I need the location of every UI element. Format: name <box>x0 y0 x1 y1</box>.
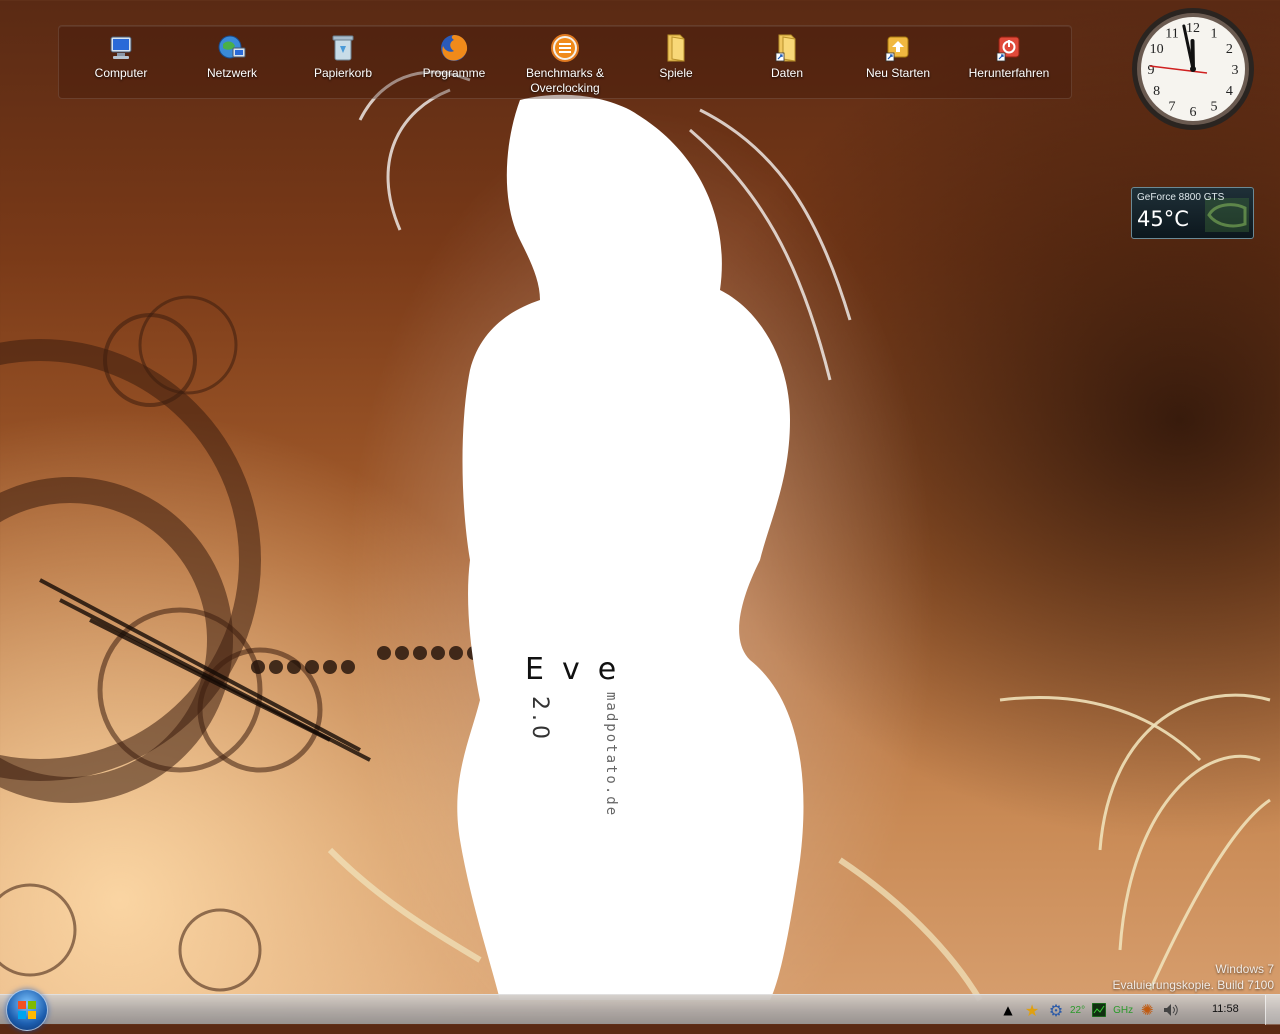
shortcut-label: Computer <box>95 66 148 81</box>
recycle-bin-icon <box>328 33 358 63</box>
tray-temperature[interactable]: 22° <box>1070 1005 1085 1016</box>
shortcut-recycle-bin[interactable]: Papierkorb <box>291 26 395 98</box>
clock-numeral: 12 <box>1186 21 1200 36</box>
wallpaper-site: madpotato.de <box>603 692 619 817</box>
folder-icon <box>661 33 691 63</box>
wallpaper-art <box>0 0 1280 1024</box>
watermark-line-2: Evaluierungskopie. Build 7100 <box>1113 977 1274 993</box>
shortcut-shutdown[interactable]: Herunterfahren <box>957 26 1061 98</box>
shortcut-label: Spiele <box>659 66 692 81</box>
shortcut-restart[interactable]: Neu Starten <box>846 26 950 98</box>
wallpaper-title-word: Eve <box>525 652 634 687</box>
gpu-name-label: GeForce 8800 GTS <box>1137 192 1224 203</box>
show-hidden-icons-icon[interactable]: ▲ <box>998 1000 1018 1020</box>
clock-numeral: 11 <box>1165 27 1178 42</box>
windows-watermark: Windows 7 Evaluierungskopie. Build 7100 <box>1113 961 1274 993</box>
clock-numeral: 6 <box>1190 105 1197 120</box>
cpu-meter-icon[interactable] <box>1089 1000 1109 1020</box>
clock-numeral: 10 <box>1150 42 1164 57</box>
taskbar: ▲ ★ ⚙ 22° GHz ✺ 11:58 <box>0 994 1280 1024</box>
nvidia-logo-icon <box>1205 198 1249 232</box>
star-icon[interactable]: ★ <box>1022 1000 1042 1020</box>
shortcut-label: Daten <box>771 66 803 81</box>
shortcut-computer[interactable]: Computer <box>69 26 173 98</box>
shortcut-network[interactable]: Netzwerk <box>180 26 284 98</box>
cpu-frequency-label[interactable]: GHz <box>1113 1005 1133 1016</box>
computer-icon <box>106 33 136 63</box>
gpu-temperature-value: 45°C <box>1137 207 1189 231</box>
shortcut-games[interactable]: Spiele <box>624 26 728 98</box>
shortcut-label: Herunterfahren <box>969 66 1050 81</box>
benchmark-icon <box>550 33 580 63</box>
shortcut-label: Benchmarks &Overclocking <box>526 66 604 96</box>
gpu-temperature-gadget[interactable]: GeForce 8800 GTS 45°C <box>1131 187 1254 239</box>
shutdown-icon <box>994 33 1024 63</box>
shortcut-data[interactable]: Daten <box>735 26 839 98</box>
clock-numeral: 5 <box>1211 99 1218 114</box>
shortcut-label: Papierkorb <box>314 66 372 81</box>
show-desktop-button[interactable] <box>1265 995 1280 1025</box>
watermark-line-1: Windows 7 <box>1113 961 1274 977</box>
restart-icon <box>883 33 913 63</box>
windows-logo-icon <box>7 990 47 1030</box>
analog-clock-face: 12 12 3 45678 9 1011 <box>1130 6 1256 132</box>
clock-numeral: 8 <box>1153 84 1160 99</box>
clock-numeral: 7 <box>1169 99 1176 114</box>
volume-icon[interactable] <box>1161 1000 1181 1020</box>
start-button[interactable] <box>6 989 48 1031</box>
shortcut-label: Netzwerk <box>207 66 257 81</box>
taskbar-clock[interactable]: 11:58 <box>1212 1003 1239 1015</box>
clock-numeral: 9 <box>1148 63 1155 78</box>
clock-numeral: 3 <box>1232 63 1239 78</box>
settings-icon[interactable]: ✺ <box>1137 1000 1157 1020</box>
wallpaper-version: 2.0 <box>527 696 552 743</box>
clock-gadget[interactable]: 12 12 3 45678 9 1011 <box>1130 6 1256 132</box>
firefox-icon <box>439 33 469 63</box>
network-icon <box>217 33 247 63</box>
gear-icon[interactable]: ⚙ <box>1046 1000 1066 1020</box>
clock-numeral: 1 <box>1211 27 1218 42</box>
clock-numeral: 4 <box>1226 84 1233 99</box>
shortcut-label: Neu Starten <box>866 66 930 81</box>
system-tray: ▲ ★ ⚙ 22° GHz ✺ <box>998 998 1185 1022</box>
desktop-shortcut-bar: Computer Netzwerk Papierkorb Programme B… <box>58 25 1072 99</box>
folder-shortcut-icon <box>772 33 802 63</box>
shortcut-benchmarks[interactable]: Benchmarks &Overclocking <box>513 26 617 98</box>
shortcut-programs[interactable]: Programme <box>402 26 506 98</box>
shortcut-label: Programme <box>423 66 486 81</box>
clock-numeral: 2 <box>1226 42 1233 57</box>
